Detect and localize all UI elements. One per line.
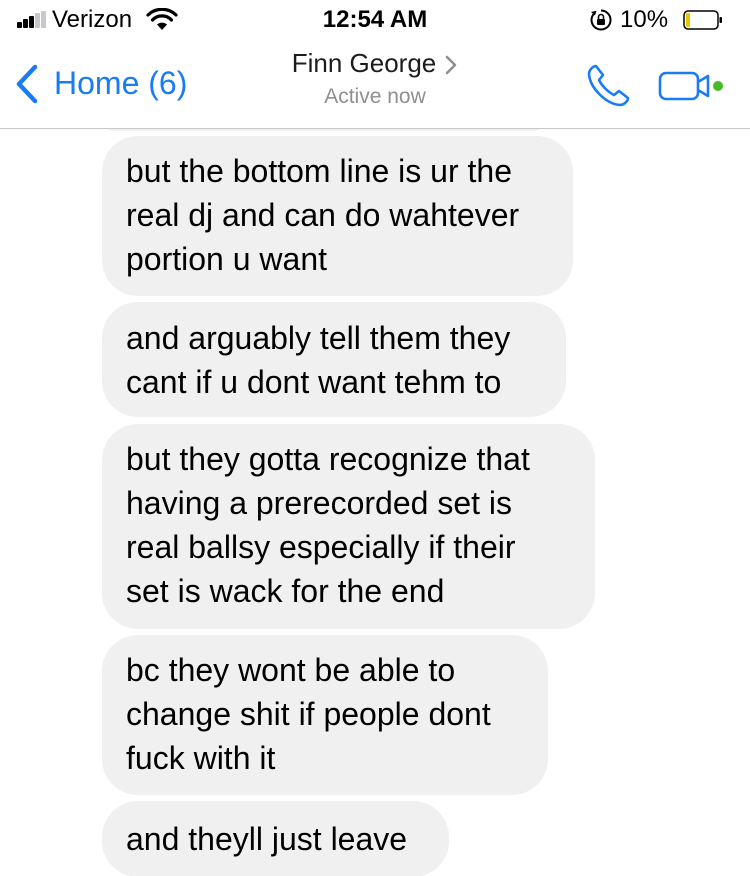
battery-icon <box>683 10 722 30</box>
message-bubble: and arguably tell them they cant if u do… <box>102 302 566 417</box>
message-bubble: bc they wont be able to change shit if p… <box>102 635 548 795</box>
message-bubble-partial <box>102 129 545 131</box>
back-button[interactable]: Home (6) <box>54 64 187 102</box>
message-bubble: but the bottom line is ur the real dj an… <box>102 136 573 296</box>
status-time: 12:54 AM <box>322 6 428 33</box>
contact-name: Finn George <box>291 48 437 78</box>
carrier-name: Verizon <box>52 6 133 33</box>
rotation-lock-icon <box>590 9 612 31</box>
battery-percent: 10% <box>620 6 669 33</box>
back-chevron-icon[interactable] <box>14 64 40 104</box>
message-bubble: and theyll just leave <box>102 801 449 876</box>
contact-title[interactable]: Finn George Active now <box>250 48 500 110</box>
status-bar: Verizon 12:54 AM 10% <box>0 0 750 40</box>
phone-icon[interactable] <box>584 62 632 110</box>
message-bubble: but they gotta recognize that having a p… <box>102 424 595 629</box>
video-call-icon[interactable] <box>658 70 726 102</box>
wifi-icon <box>146 8 178 30</box>
chevron-right-icon <box>446 55 457 75</box>
active-status: Active now <box>324 85 426 108</box>
message-list[interactable]: but the bottom line is ur the real dj an… <box>0 129 750 876</box>
conversation-header: Home (6) Finn George Active now <box>0 40 750 129</box>
signal-icon <box>17 11 47 28</box>
